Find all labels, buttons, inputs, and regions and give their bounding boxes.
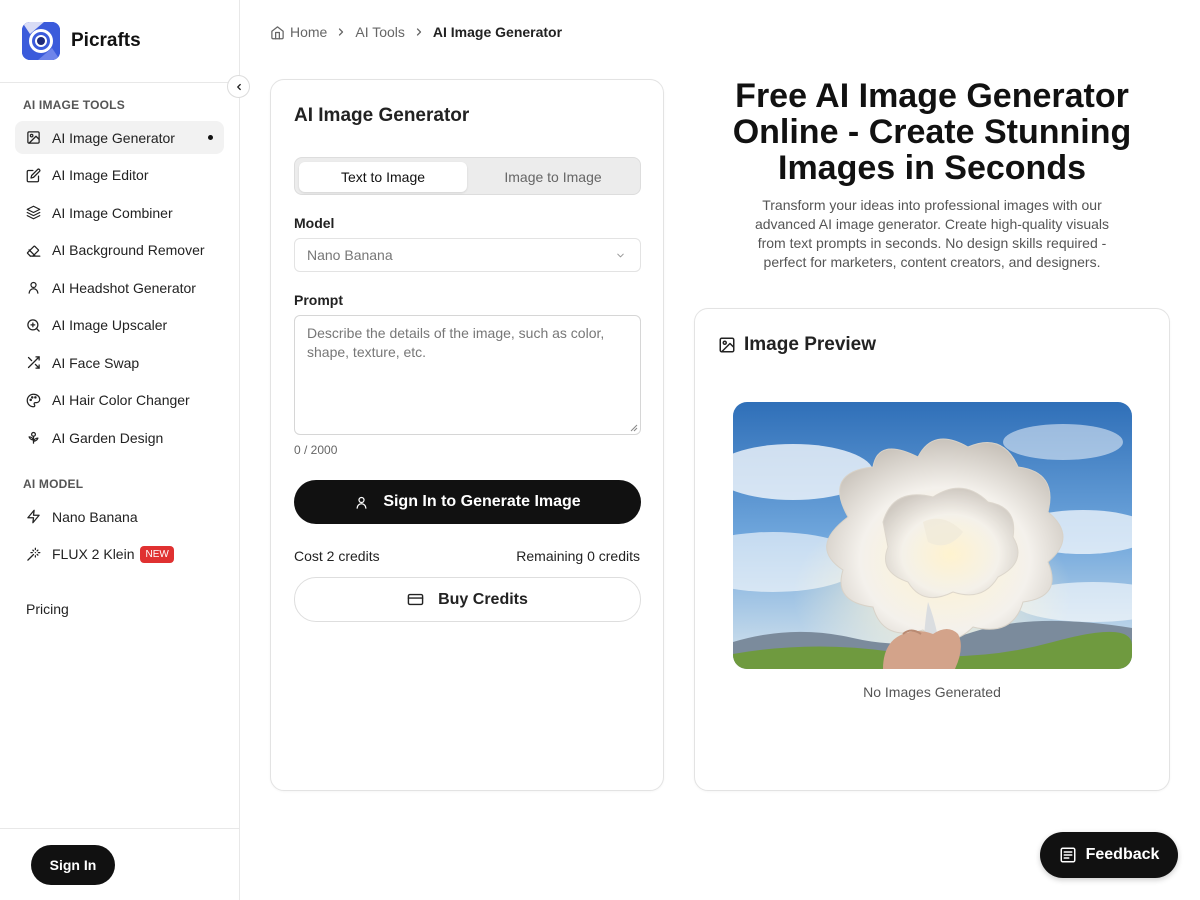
buy-credits-label: Buy Credits xyxy=(438,590,528,608)
magic-wand-icon xyxy=(25,546,42,563)
active-indicator xyxy=(208,135,213,140)
preview-placeholder-image xyxy=(733,402,1132,669)
sidebar-item-ai-garden-design[interactable]: AI Garden Design xyxy=(15,421,224,454)
chevron-left-icon xyxy=(234,82,244,92)
breadcrumb-current: AI Image Generator xyxy=(432,24,563,40)
model-label: Model xyxy=(294,215,335,231)
generator-title: AI Image Generator xyxy=(294,105,470,126)
sidebar-item-label: AI Face Swap xyxy=(52,354,140,371)
flower-icon xyxy=(25,429,42,446)
user-icon xyxy=(354,495,383,510)
home-icon xyxy=(270,25,290,40)
generate-button-label: Sign In to Generate Image xyxy=(383,493,581,510)
prompt-label: Prompt xyxy=(294,292,343,308)
sidebar-item-label: AI Headshot Generator xyxy=(52,279,196,296)
sidebar-item-ai-hair-color-changer[interactable]: AI Hair Color Changer xyxy=(15,384,224,417)
section-title-tools: AI IMAGE TOOLS xyxy=(23,98,125,112)
lightning-icon xyxy=(25,508,42,525)
user-icon xyxy=(25,279,42,296)
model-select-value: Nano Banana xyxy=(307,247,393,263)
sidebar-item-label: Nano Banana xyxy=(52,508,138,525)
tab-text-to-image[interactable]: Text to Image xyxy=(299,162,467,192)
sidebar-item-nano-banana[interactable]: Nano Banana xyxy=(15,500,224,533)
sign-in-button[interactable]: Sign In xyxy=(31,845,115,885)
model-select[interactable]: Nano Banana xyxy=(294,238,641,272)
model-nav: Nano Banana FLUX 2 Klein NEW xyxy=(15,500,224,575)
remaining-credits-text: Remaining 0 credits xyxy=(516,548,640,564)
eraser-icon xyxy=(25,242,42,259)
sidebar-item-label: AI Image Combiner xyxy=(52,204,173,221)
sidebar-footer: Sign In xyxy=(0,828,239,900)
sidebar-item-ai-image-upscaler[interactable]: AI Image Upscaler xyxy=(15,309,224,342)
feedback-label: Feedback xyxy=(1085,846,1160,863)
hero-subtitle: Transform your ideas into professional i… xyxy=(754,197,1110,270)
buy-credits-button[interactable]: Buy Credits xyxy=(294,577,641,622)
layers-icon xyxy=(25,204,42,221)
sidebar-item-label: FLUX 2 Klein xyxy=(52,546,135,562)
sidebar-item-label: AI Image Editor xyxy=(52,167,149,183)
picrafts-logo-icon xyxy=(22,22,60,60)
sidebar-item-label: AI Image Generator xyxy=(52,129,175,146)
tab-image-to-image[interactable]: Image to Image xyxy=(469,162,637,192)
resize-grip-icon[interactable] xyxy=(630,424,638,432)
section-title-model: AI MODEL xyxy=(23,477,84,491)
edit-icon xyxy=(25,167,42,184)
breadcrumb-home-label: Home xyxy=(290,24,328,40)
sidebar-item-flux-2-klein[interactable]: FLUX 2 Klein NEW xyxy=(15,538,224,571)
feedback-button[interactable]: Feedback xyxy=(1040,832,1178,878)
sidebar-item-ai-headshot-generator[interactable]: AI Headshot Generator xyxy=(15,271,224,304)
pricing-link[interactable]: Pricing xyxy=(26,601,69,617)
sidebar-item-ai-face-swap[interactable]: AI Face Swap xyxy=(15,346,224,379)
mode-tabs: Text to Image Image to Image xyxy=(294,157,641,195)
sidebar-item-ai-image-combiner[interactable]: AI Image Combiner xyxy=(15,196,224,229)
breadcrumb-home[interactable]: Home xyxy=(270,24,327,40)
tools-nav: AI Image Generator AI Image Editor AI Im… xyxy=(15,121,224,459)
character-counter: 0 / 2000 xyxy=(294,443,338,457)
sign-in-to-generate-button[interactable]: Sign In to Generate Image xyxy=(294,480,641,524)
zoom-in-icon xyxy=(25,317,42,334)
shuffle-icon xyxy=(25,354,42,371)
sidebar-item-ai-image-generator[interactable]: AI Image Generator xyxy=(15,121,224,154)
preview-card: Image Preview No Images Generated xyxy=(694,308,1170,791)
sidebar-item-ai-background-remover[interactable]: AI Background Remover xyxy=(15,234,224,267)
sidebar-item-label: AI Hair Color Changer xyxy=(52,392,190,408)
credit-card-icon xyxy=(407,591,438,608)
cost-text: Cost 2 credits xyxy=(294,548,380,564)
breadcrumb-ai-tools[interactable]: AI Tools xyxy=(355,24,405,40)
sidebar-item-label: AI Image Upscaler xyxy=(52,317,168,333)
hero-title: Free AI Image Generator Online - Create … xyxy=(732,77,1132,187)
prompt-input[interactable] xyxy=(294,315,641,435)
generator-card: AI Image Generator Text to Image Image t… xyxy=(270,79,664,791)
sidebar-item-ai-image-editor[interactable]: AI Image Editor xyxy=(15,159,224,192)
chevron-right-icon xyxy=(413,26,425,38)
image-icon xyxy=(25,129,42,146)
sidebar-item-label: AI Background Remover xyxy=(52,242,205,258)
no-images-text: No Images Generated xyxy=(863,684,1001,700)
brand-name: Picrafts xyxy=(71,30,141,51)
chevron-right-icon xyxy=(335,26,347,38)
sidebar: Picrafts AI IMAGE TOOLS AI Image Generat… xyxy=(0,0,240,900)
preview-title-text: Image Preview xyxy=(744,334,877,355)
brand[interactable]: Picrafts xyxy=(0,0,239,83)
feedback-icon xyxy=(1059,846,1086,864)
palette-icon xyxy=(25,392,42,409)
preview-title: Image Preview xyxy=(718,334,876,356)
new-badge: NEW xyxy=(140,545,174,563)
image-icon xyxy=(718,336,744,354)
chevron-down-icon xyxy=(615,250,626,261)
breadcrumb: Home AI Tools AI Image Generator xyxy=(270,22,562,42)
sidebar-item-label: AI Garden Design xyxy=(52,429,164,446)
collapse-sidebar-button[interactable] xyxy=(227,75,250,98)
